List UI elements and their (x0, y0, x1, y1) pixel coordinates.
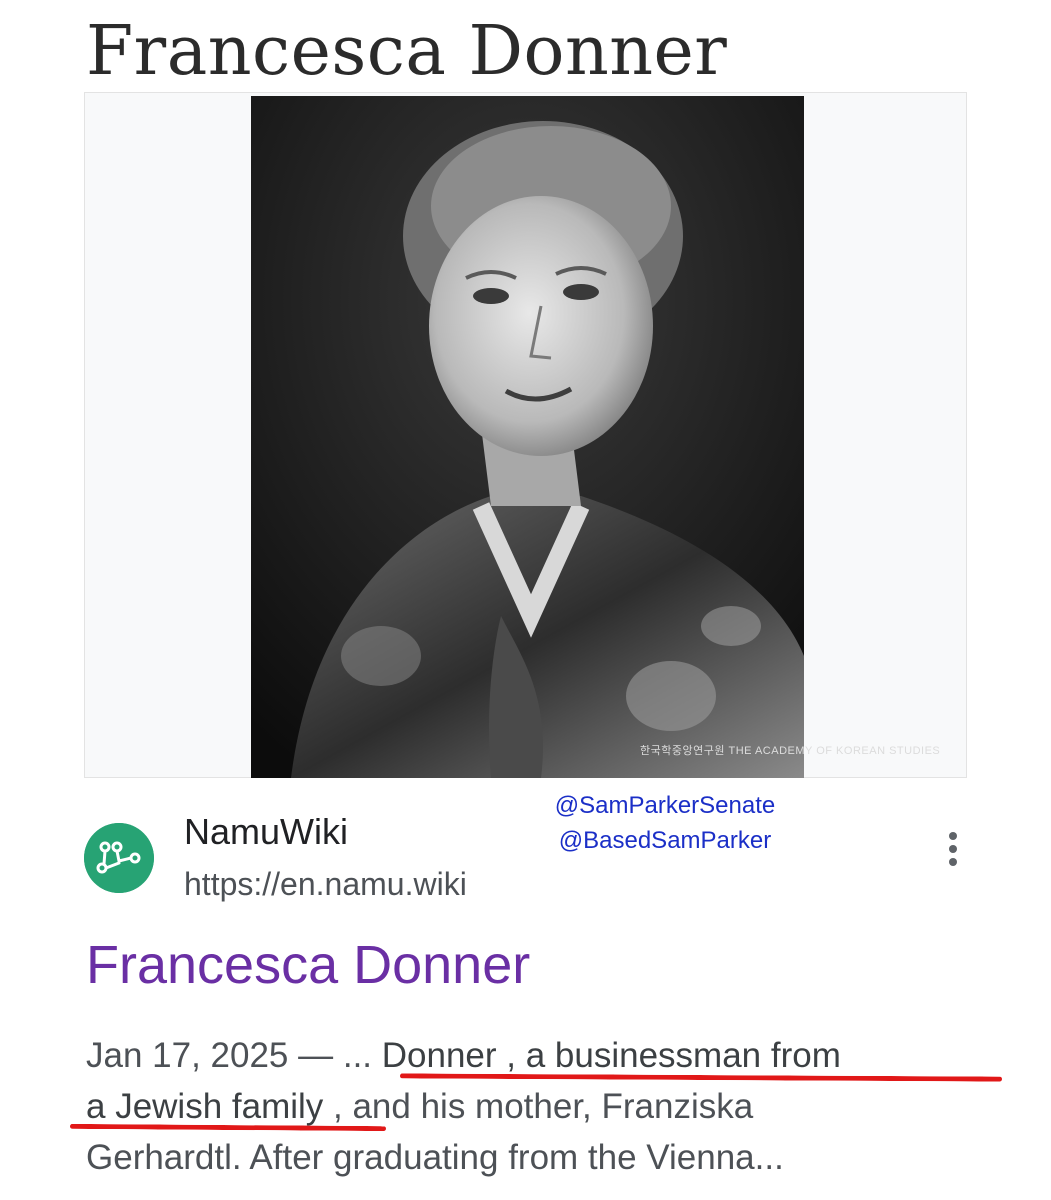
more-vertical-icon[interactable] (938, 830, 968, 868)
snippet-highlight-1: Donner , a businessman from (381, 1036, 841, 1075)
site-url[interactable]: https://en.namu.wiki (184, 866, 467, 903)
snippet-line-3: Gerhardtl. After graduating from the Vie… (86, 1138, 784, 1177)
handle-senate: @SamParkerSenate (554, 792, 776, 819)
portrait-photo (251, 96, 804, 778)
image-watermark: 한국학중앙연구원 THE ACADEMY OF KOREAN STUDIES (640, 745, 941, 757)
namuwiki-logo-icon[interactable] (84, 823, 154, 893)
snippet-date: Jan 17, 2025 — ... (86, 1036, 382, 1075)
snippet-highlight-2: a Jewish family (86, 1087, 324, 1126)
handle-based: @BasedSamParker (558, 827, 772, 854)
site-name[interactable]: NamuWiki (184, 811, 348, 853)
result-snippet: Jan 17, 2025 — ... Donner , a businessma… (86, 1030, 986, 1183)
image-panel[interactable] (84, 92, 967, 778)
result-title-link[interactable]: Francesca Donner (86, 934, 530, 996)
social-handles-overlay: @SamParkerSenate @BasedSamParker (500, 788, 830, 858)
page-title: Francesca Donner (86, 12, 728, 91)
snippet-line-2-rest: , and his mother, Franziska (323, 1087, 754, 1126)
